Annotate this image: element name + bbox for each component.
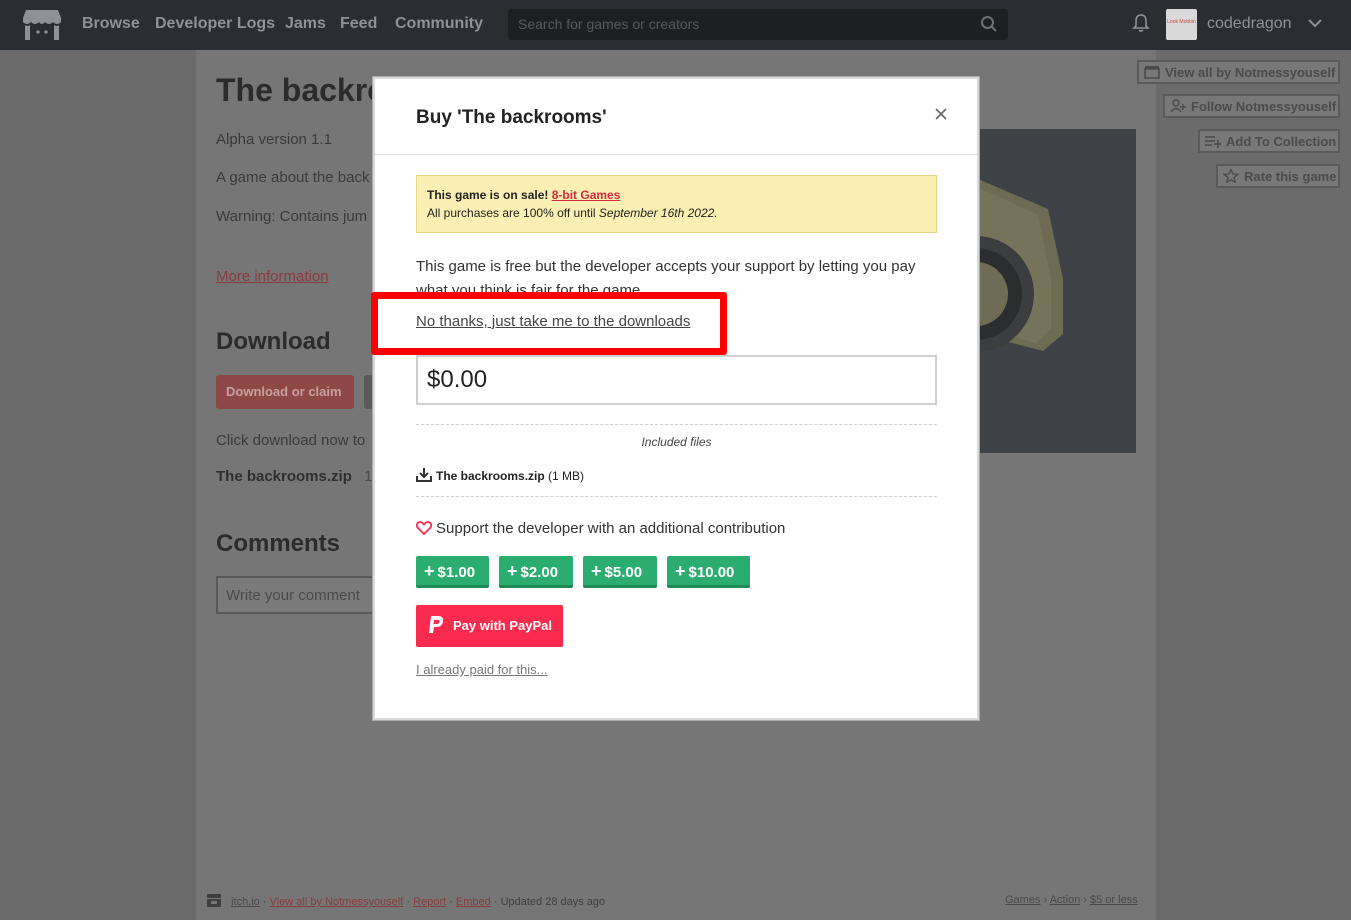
tip-10-button[interactable]: + $10.00 bbox=[667, 556, 750, 588]
footer-report-link[interactable]: Report bbox=[413, 896, 446, 908]
username[interactable]: codedragon bbox=[1207, 15, 1292, 33]
follow-user-icon bbox=[1170, 99, 1186, 113]
search-icon[interactable] bbox=[980, 15, 998, 33]
paypal-icon bbox=[429, 616, 444, 633]
tip-5-button[interactable]: + $5.00 bbox=[583, 556, 657, 588]
support-text: Support the developer with an additional… bbox=[436, 520, 786, 537]
game-version: Alpha version 1.1 bbox=[216, 131, 332, 148]
game-cover-image bbox=[978, 129, 1136, 453]
comment-input[interactable]: Write your comment bbox=[216, 576, 386, 614]
add-to-collection-label: Add To Collection bbox=[1226, 134, 1337, 149]
download-icon bbox=[416, 468, 432, 482]
tip-10-label: $10.00 bbox=[688, 564, 735, 581]
close-icon[interactable] bbox=[931, 104, 951, 124]
sale-prefix: This game is on sale! bbox=[427, 188, 549, 202]
download-heading: Download bbox=[216, 328, 331, 355]
nav-community[interactable]: Community bbox=[395, 15, 483, 33]
footer-view-all-link[interactable]: View all by Notmessyouself bbox=[270, 896, 404, 908]
bg-file-size: 1 bbox=[364, 468, 373, 485]
divider-dashed bbox=[416, 424, 937, 425]
tip-1-button[interactable]: + $1.00 bbox=[416, 556, 489, 588]
game-warning: Warning: Contains jum bbox=[216, 208, 368, 225]
plus-icon: + bbox=[591, 561, 602, 581]
download-or-claim-button[interactable]: Download or claim bbox=[216, 375, 354, 409]
store-icon bbox=[1144, 66, 1160, 79]
sale-event-link[interactable]: 8-bit Games bbox=[552, 188, 621, 202]
tag-action-link[interactable]: Action bbox=[1050, 894, 1081, 906]
top-navigation: Browse Developer Logs Jams Feed Communit… bbox=[0, 0, 1351, 50]
footer-updated: Updated 28 days ago bbox=[500, 896, 606, 908]
search-placeholder: Search for games or creators bbox=[518, 16, 700, 32]
modal-divider bbox=[375, 154, 977, 155]
pay-with-paypal-button[interactable]: Pay with PayPal bbox=[416, 605, 563, 647]
nav-feed[interactable]: Feed bbox=[340, 15, 377, 33]
follow-author-button[interactable]: Follow Notmessyouself bbox=[1163, 94, 1340, 118]
highlight-annotation bbox=[371, 292, 727, 355]
sale-end-date: September 16th 2022. bbox=[598, 206, 718, 220]
buy-modal: Buy 'The backrooms' This game is on sale… bbox=[373, 77, 979, 720]
nav-browse[interactable]: Browse bbox=[82, 15, 140, 33]
included-file-name: The backrooms.zip bbox=[436, 469, 545, 483]
bg-file-name: The backrooms.zip bbox=[216, 468, 352, 485]
notification-bell-icon[interactable] bbox=[1131, 13, 1151, 33]
already-paid-link[interactable]: I already paid for this... bbox=[416, 662, 548, 677]
itch-small-icon bbox=[207, 894, 221, 907]
plus-icon: + bbox=[675, 561, 686, 581]
footer-tags: Games › Action › $5 or less bbox=[1005, 894, 1138, 906]
paypal-label: Pay with PayPal bbox=[453, 618, 552, 633]
tag-games-link[interactable]: Games bbox=[1005, 894, 1040, 906]
nav-developer-logs[interactable]: Developer Logs bbox=[155, 15, 275, 33]
footer-embed-link[interactable]: Embed bbox=[456, 896, 491, 908]
cover-art bbox=[978, 179, 1063, 352]
divider-dashed bbox=[416, 496, 937, 497]
sale-details: All purchases are 100% off until bbox=[427, 206, 596, 220]
more-information-link[interactable]: More information bbox=[216, 268, 329, 285]
tip-2-button[interactable]: + $2.00 bbox=[499, 556, 573, 588]
plus-icon: + bbox=[507, 561, 518, 581]
game-description: A game about the back bbox=[216, 169, 370, 186]
included-file-size: (1 MB) bbox=[548, 469, 585, 483]
support-developer-row: Support the developer with an additional… bbox=[416, 520, 785, 537]
heart-icon bbox=[416, 521, 432, 535]
game-title: The backro bbox=[216, 72, 387, 108]
included-files-label: Included files bbox=[641, 435, 712, 449]
comments-heading: Comments bbox=[216, 530, 341, 557]
included-file-row: The backrooms.zip (1 MB) bbox=[416, 468, 584, 483]
nav-jams[interactable]: Jams bbox=[285, 15, 326, 33]
view-all-label: View all by Notmessyouself bbox=[1165, 65, 1336, 80]
add-to-list-icon bbox=[1205, 136, 1221, 148]
footer-itchio-link[interactable]: itch.io bbox=[231, 896, 260, 908]
click-download-text: Click download now to bbox=[216, 432, 366, 449]
tag-price-link[interactable]: $5 or less bbox=[1090, 894, 1138, 906]
tip-2-label: $2.00 bbox=[520, 564, 559, 581]
page-footer: itch.io · View all by Notmessyouself · R… bbox=[206, 894, 605, 908]
follow-label: Follow Notmessyouself bbox=[1191, 99, 1337, 114]
rate-game-label: Rate this game bbox=[1244, 169, 1337, 184]
search-input[interactable]: Search for games or creators bbox=[508, 9, 1008, 40]
tip-5-label: $5.00 bbox=[604, 564, 643, 581]
rate-game-button[interactable]: Rate this game bbox=[1216, 164, 1340, 188]
tip-1-label: $1.00 bbox=[437, 564, 476, 581]
avatar[interactable]: Look Mobbin bbox=[1166, 9, 1197, 40]
add-to-collection-button[interactable]: Add To Collection bbox=[1198, 129, 1340, 153]
itch-logo-icon[interactable] bbox=[22, 8, 62, 42]
view-all-by-author-button[interactable]: View all by Notmessyouself bbox=[1137, 60, 1340, 84]
plus-icon: + bbox=[424, 561, 435, 581]
chevron-down-icon[interactable] bbox=[1306, 14, 1324, 32]
star-icon bbox=[1223, 169, 1239, 183]
modal-title: Buy 'The backrooms' bbox=[416, 107, 607, 128]
price-input[interactable]: $0.00 bbox=[416, 355, 937, 405]
sale-notice: This game is on sale! 8-bit Games All pu… bbox=[416, 175, 937, 233]
bg-file-row: The backrooms.zip 1 bbox=[216, 468, 372, 485]
